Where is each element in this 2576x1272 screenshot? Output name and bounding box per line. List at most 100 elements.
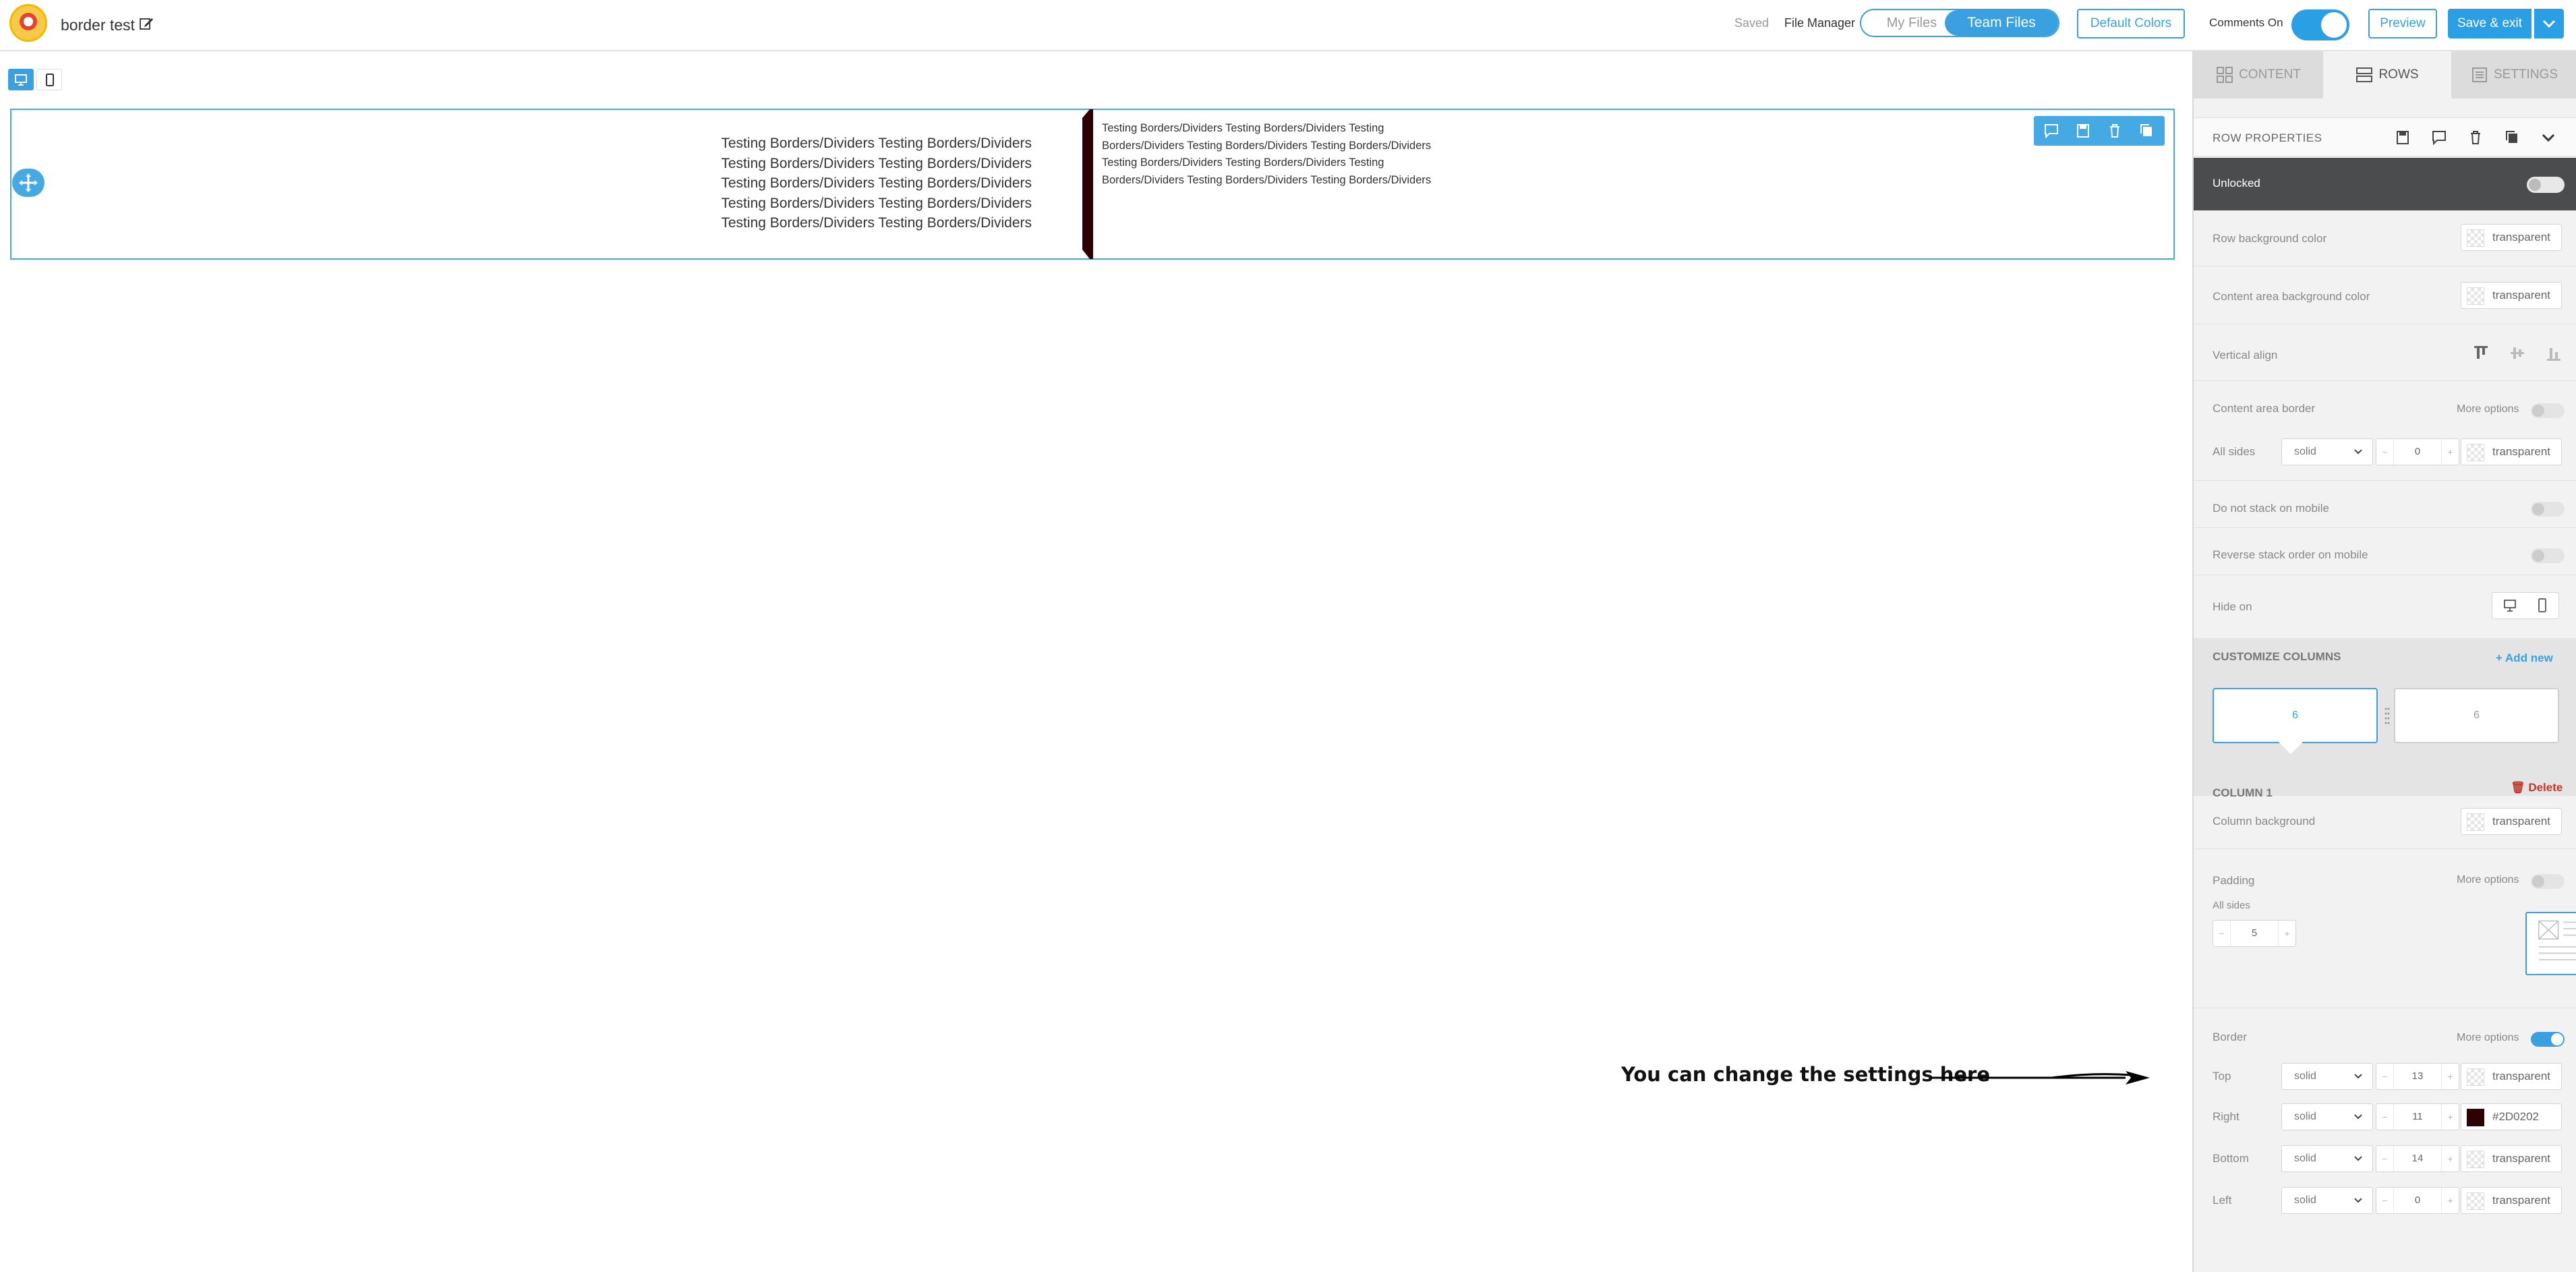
- stepper-value[interactable]: 5: [2231, 921, 2278, 946]
- row-move-handle[interactable]: [12, 169, 45, 197]
- chevron-down-icon: [2354, 1198, 2362, 1203]
- lock-toggle[interactable]: [2527, 177, 2565, 193]
- tab-rows[interactable]: ROWS: [2323, 51, 2451, 98]
- preview-button[interactable]: Preview: [2368, 9, 2437, 38]
- content-background-label: Content area background color: [2213, 290, 2370, 303]
- padding-stepper[interactable]: − 5 +: [2213, 920, 2296, 947]
- border-left-label: Left: [2213, 1194, 2232, 1207]
- row-background-color-picker[interactable]: transparent: [2461, 224, 2562, 251]
- team-files-option[interactable]: Team Files: [1945, 10, 2058, 36]
- stepper-value[interactable]: 0: [2394, 439, 2441, 465]
- section-title: ROW PROPERTIES: [2213, 132, 2322, 144]
- reverse-stack-label: Reverse stack order on mobile: [2213, 548, 2368, 561]
- comments-toggle[interactable]: [2291, 9, 2349, 40]
- increment-button[interactable]: +: [2441, 1104, 2459, 1130]
- delete-column-button[interactable]: 🗑 Delete: [2511, 781, 2563, 794]
- tab-content[interactable]: CONTENT: [2194, 51, 2323, 98]
- decrement-button[interactable]: −: [2376, 1188, 2394, 1213]
- more-options-label: More options: [2457, 1032, 2519, 1043]
- increment-button[interactable]: +: [2441, 1146, 2459, 1172]
- decrement-button[interactable]: −: [2376, 1146, 2394, 1172]
- delete-label: Delete: [2528, 781, 2563, 794]
- add-column-button[interactable]: + Add new: [2496, 652, 2553, 665]
- color-swatch: [2467, 1151, 2484, 1168]
- mobile-view-button[interactable]: [36, 69, 62, 90]
- file-manager-link[interactable]: File Manager: [1784, 16, 1855, 30]
- border-top-color-picker[interactable]: transparent: [2461, 1063, 2562, 1090]
- save-row-icon[interactable]: [2071, 120, 2095, 142]
- chevron-down-icon[interactable]: [2538, 127, 2559, 148]
- decrement-button[interactable]: −: [2376, 1104, 2394, 1130]
- trash-icon[interactable]: [2103, 120, 2127, 142]
- align-bottom-icon[interactable]: [2544, 344, 2563, 363]
- border-left-color-picker[interactable]: transparent: [2461, 1187, 2562, 1214]
- stepper-value[interactable]: 13: [2394, 1064, 2441, 1089]
- content-border-more-toggle[interactable]: [2531, 403, 2565, 418]
- reverse-stack-toggle[interactable]: [2531, 548, 2565, 563]
- border-top-style-select[interactable]: solid: [2281, 1063, 2373, 1090]
- text-line: Borders/Dividers Testing Borders/Divider…: [1102, 173, 1432, 186]
- edit-icon[interactable]: [139, 16, 154, 31]
- column-1-title: COLUMN 1: [2213, 786, 2273, 799]
- save-options-button[interactable]: [2534, 9, 2564, 38]
- desktop-view-button[interactable]: [8, 69, 34, 90]
- increment-button[interactable]: +: [2441, 439, 2459, 465]
- default-colors-button[interactable]: Default Colors: [2077, 9, 2185, 38]
- border-bottom-color-picker[interactable]: transparent: [2461, 1145, 2562, 1172]
- app-logo[interactable]: [9, 4, 47, 42]
- align-middle-icon[interactable]: [2508, 344, 2527, 363]
- column-1-text[interactable]: Testing Borders/Dividers Testing Borders…: [701, 134, 1032, 233]
- border-bottom-width-stepper[interactable]: − 14 +: [2376, 1145, 2459, 1172]
- plus-icon: +: [2496, 652, 2506, 664]
- no-stack-toggle[interactable]: [2531, 502, 2565, 517]
- trash-icon[interactable]: [2465, 127, 2486, 148]
- drag-handle-icon[interactable]: [2384, 707, 2390, 724]
- text-line: Testing Borders/Dividers Testing Borders…: [1102, 122, 1384, 134]
- padding-more-toggle[interactable]: [2531, 874, 2565, 889]
- duplicate-icon[interactable]: [2134, 120, 2159, 142]
- duplicate-icon[interactable]: [2501, 127, 2523, 148]
- column-border-divider: [1082, 109, 1093, 259]
- border-left-style-select[interactable]: solid: [2281, 1187, 2373, 1214]
- border-bottom-style-select[interactable]: solid: [2281, 1145, 2373, 1172]
- border-top-width-stepper[interactable]: − 13 +: [2376, 1063, 2459, 1090]
- stepper-value[interactable]: 0: [2394, 1188, 2441, 1213]
- column-2-text[interactable]: Testing Borders/Dividers Testing Borders…: [1102, 120, 1453, 189]
- content-background-color-picker[interactable]: transparent: [2461, 282, 2562, 309]
- decrement-button[interactable]: −: [2376, 1064, 2394, 1089]
- comment-icon[interactable]: [2039, 120, 2063, 142]
- border-width-stepper[interactable]: − 0 +: [2376, 438, 2459, 465]
- decrement-button[interactable]: −: [2376, 439, 2394, 465]
- border-style-select[interactable]: solid: [2281, 438, 2373, 465]
- border-left-width-stepper[interactable]: − 0 +: [2376, 1187, 2459, 1214]
- all-sides-label: All sides: [2213, 445, 2256, 458]
- column-1-size[interactable]: 6: [2213, 688, 2378, 743]
- save-exit-button[interactable]: Save & exit: [2448, 9, 2531, 38]
- mobile-icon[interactable]: [2529, 596, 2556, 615]
- divider: [2194, 848, 2576, 849]
- column-background-color-picker[interactable]: transparent: [2461, 808, 2562, 835]
- chevron-down-icon: [2354, 449, 2362, 455]
- files-toggle[interactable]: My Files Team Files: [1860, 9, 2059, 37]
- content-border-label: Content area border: [2213, 402, 2316, 415]
- increment-button[interactable]: +: [2441, 1188, 2459, 1213]
- increment-button[interactable]: +: [2441, 1064, 2459, 1089]
- document-title[interactable]: border test: [61, 16, 135, 34]
- stepper-value[interactable]: 14: [2394, 1146, 2441, 1172]
- tab-settings[interactable]: SETTINGS: [2451, 51, 2576, 98]
- comment-icon[interactable]: [2428, 127, 2450, 148]
- border-right-color-picker[interactable]: #2D0202: [2461, 1103, 2562, 1130]
- border-right-style-select[interactable]: solid: [2281, 1103, 2373, 1130]
- border-color-picker[interactable]: transparent: [2461, 438, 2562, 465]
- color-swatch: [2467, 444, 2484, 461]
- border-more-toggle[interactable]: [2531, 1032, 2565, 1047]
- color-value: transparent: [2492, 231, 2550, 243]
- increment-button[interactable]: +: [2278, 921, 2295, 946]
- save-icon[interactable]: [2392, 127, 2413, 148]
- desktop-icon[interactable]: [2496, 596, 2523, 615]
- column-2-size[interactable]: 6: [2394, 688, 2559, 743]
- decrement-button[interactable]: −: [2213, 921, 2231, 946]
- align-top-icon[interactable]: [2471, 344, 2490, 363]
- border-right-width-stepper[interactable]: − 11 +: [2376, 1103, 2459, 1130]
- stepper-value[interactable]: 11: [2394, 1104, 2441, 1130]
